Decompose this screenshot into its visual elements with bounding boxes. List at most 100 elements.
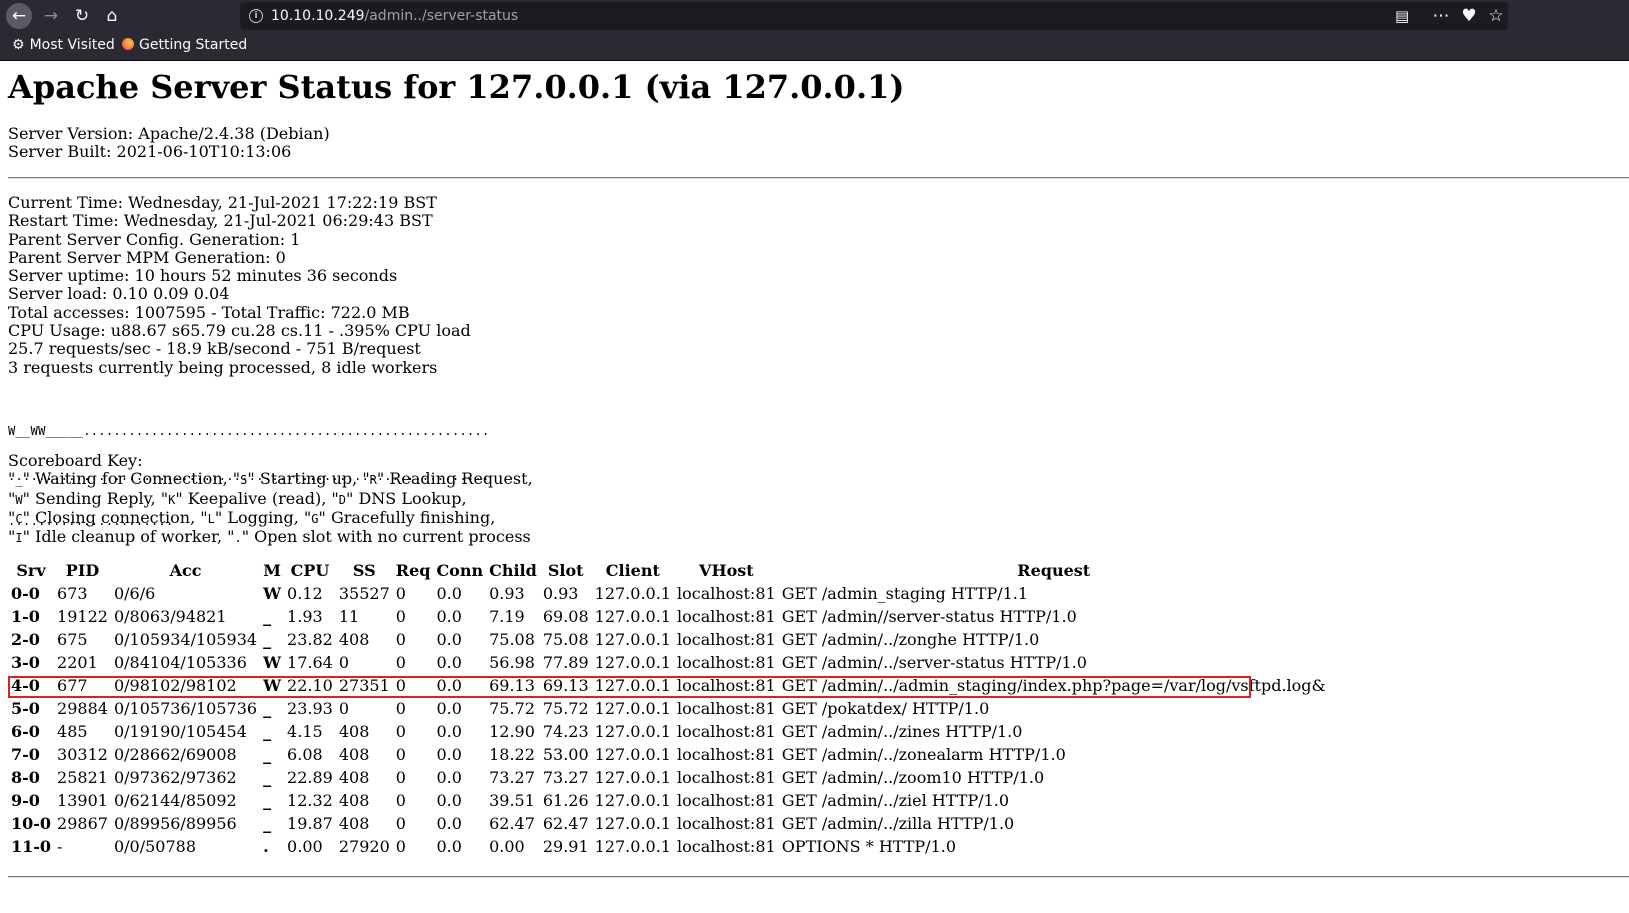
col-conn: Conn xyxy=(436,561,484,580)
cell-req: 0 xyxy=(395,837,406,856)
cell-slot: 75.08 xyxy=(542,630,589,649)
cell-vhost: localhost:81 xyxy=(676,584,776,603)
worker-status-table: Srv PID Acc M CPU SS Req Conn Child Slot… xyxy=(8,559,1329,858)
cell-mode: _ xyxy=(263,768,272,787)
col-slot: Slot xyxy=(547,561,584,580)
key-code: D xyxy=(338,492,346,507)
cell-acc: 0/28662/69008 xyxy=(113,745,237,764)
cell-req: 0 xyxy=(395,814,406,833)
cell-srv: 10-0 xyxy=(11,814,52,833)
cell-conn: 0.0 xyxy=(436,745,462,764)
cell-slot: 77.89 xyxy=(542,653,589,672)
address-bar[interactable]: i 10.10.10.249/admin../server-status ▤ xyxy=(240,2,1508,30)
info-icon[interactable]: i xyxy=(249,9,263,23)
cell-mode: _ xyxy=(263,722,272,741)
cell-srv: 1-0 xyxy=(11,607,40,626)
cell-conn: 0.0 xyxy=(436,814,462,833)
cell-child: 62.47 xyxy=(489,814,535,833)
cell-vhost: localhost:81 xyxy=(676,653,776,672)
cell-cpu: 12.32 xyxy=(287,791,333,810)
key-code: G xyxy=(311,511,319,526)
restart-time: Restart Time: Wednesday, 21-Jul-2021 06:… xyxy=(8,211,433,231)
mpm-generation: Parent Server MPM Generation: 0 xyxy=(8,247,286,267)
divider xyxy=(8,177,1629,179)
cell-conn: 0.0 xyxy=(436,791,462,810)
cell-slot: 53.00 xyxy=(542,745,589,764)
cell-req: 0 xyxy=(395,791,406,810)
cell-conn: 0.0 xyxy=(436,722,462,741)
cell-child: 7.19 xyxy=(489,607,525,626)
browser-toolbar: ← → ↻ ⌂ i 10.10.10.249/admin../server-st… xyxy=(0,0,1629,32)
cell-slot: 0.93 xyxy=(542,584,579,603)
cell-child: 73.27 xyxy=(489,768,535,787)
cell-slot: 74.23 xyxy=(542,722,589,741)
cell-client: 127.0.0.1 xyxy=(594,630,671,649)
bookmark-most-visited[interactable]: ⚙ Most Visited xyxy=(12,37,115,53)
cell-conn: 0.0 xyxy=(436,607,462,626)
cell-ss: 408 xyxy=(338,722,370,741)
cell-conn: 0.0 xyxy=(436,699,462,718)
back-arrow-icon[interactable]: ← xyxy=(6,3,32,29)
cell-srv: 11-0 xyxy=(11,837,52,856)
pocket-icon[interactable]: ♥ xyxy=(1456,3,1482,29)
cell-acc: 0/105736/105736 xyxy=(113,699,258,718)
cell-cpu: 6.08 xyxy=(287,745,323,764)
more-actions-icon[interactable]: ⋯ xyxy=(1428,3,1454,29)
cell-client: 127.0.0.1 xyxy=(594,814,671,833)
key-text: " Keepalive (read), " xyxy=(175,488,339,508)
bookmark-star-icon[interactable]: ☆ xyxy=(1483,3,1509,29)
server-info: Server Version: Apache/2.4.38 (Debian) S… xyxy=(8,124,330,162)
cell-cpu: 17.64 xyxy=(287,653,333,672)
table-row: 0-0 673 0/6/6 W 0.12 35527 0 0.0 0.93 0.93 127.0.0… xyxy=(8,582,1329,605)
cell-srv: 8-0 xyxy=(11,768,40,787)
cell-ss: 11 xyxy=(338,607,360,626)
url-text[interactable]: 10.10.10.249/admin../server-status xyxy=(271,2,518,30)
cell-child: 0.93 xyxy=(489,584,525,603)
cell-mode: _ xyxy=(263,745,272,764)
cell-pid: 25821 xyxy=(57,768,108,787)
key-code: R xyxy=(369,473,377,488)
cell-child: 39.51 xyxy=(489,791,535,810)
reader-view-icon[interactable]: ▤ xyxy=(1395,2,1409,30)
firefox-icon xyxy=(122,38,134,50)
cell-slot: 69.08 xyxy=(542,607,589,626)
cell-ss: 35527 xyxy=(338,584,390,603)
cell-vhost: localhost:81 xyxy=(676,699,776,718)
home-icon[interactable]: ⌂ xyxy=(99,3,125,29)
cell-acc: 0/19190/105454 xyxy=(113,722,247,741)
key-code: L xyxy=(207,511,215,526)
cell-client: 127.0.0.1 xyxy=(594,722,671,741)
server-version: Server Version: Apache/2.4.38 (Debian) xyxy=(8,124,330,143)
cell-client: 127.0.0.1 xyxy=(594,607,671,626)
cell-request: GET /admin/../zines HTTP/1.0 xyxy=(781,722,1023,741)
key-text: " Gracefully finishing, xyxy=(318,507,496,527)
scoreboard-key-line: "C" Closing connection, "L" Logging, "G"… xyxy=(8,507,533,528)
col-child: Child xyxy=(489,561,537,580)
cell-mode: . xyxy=(263,837,269,856)
cell-pid: - xyxy=(57,837,63,856)
cell-request: GET /admin/../ziel HTTP/1.0 xyxy=(781,791,1010,810)
cell-slot: 29.91 xyxy=(542,837,589,856)
table-row: 8-0 25821 0/97362/97362 _ 22.89 408 0 0.0 73.27 7… xyxy=(8,766,1329,789)
table-row: 9-0 13901 0/62144/85092 _ 12.32 408 0 0.0 39.51 6… xyxy=(8,789,1329,812)
cell-client: 127.0.0.1 xyxy=(594,584,671,603)
bookmark-getting-started[interactable]: Getting Started xyxy=(122,37,247,53)
cell-acc: 0/6/6 xyxy=(113,584,156,603)
cell-acc: 0/97362/97362 xyxy=(113,768,237,787)
cell-vhost: localhost:81 xyxy=(676,791,776,810)
cell-req: 0 xyxy=(395,630,406,649)
server-built: Server Built: 2021-06-10T10:13:06 xyxy=(8,142,292,162)
key-text: " Reading Request, xyxy=(376,469,533,489)
cell-req: 0 xyxy=(395,722,406,741)
key-text: " Idle cleanup of worker, " xyxy=(22,527,235,547)
cell-slot: 75.72 xyxy=(542,699,589,718)
cell-ss: 408 xyxy=(338,768,370,787)
forward-arrow-icon[interactable]: → xyxy=(38,3,64,29)
cell-request: GET /admin_staging HTTP/1.1 xyxy=(781,584,1029,603)
reload-icon[interactable]: ↻ xyxy=(69,3,95,29)
cell-request: GET /admin/../zonealarm HTTP/1.0 xyxy=(781,745,1066,764)
scoreboard-line: W__WW_____..............................… xyxy=(8,424,490,438)
cell-pid: 29884 xyxy=(57,699,108,718)
key-text: " Sending Reply, " xyxy=(22,488,169,508)
table-row: 10-0 29867 0/89956/89956 _ 19.87 408 0 0.0 62.47… xyxy=(8,812,1329,835)
